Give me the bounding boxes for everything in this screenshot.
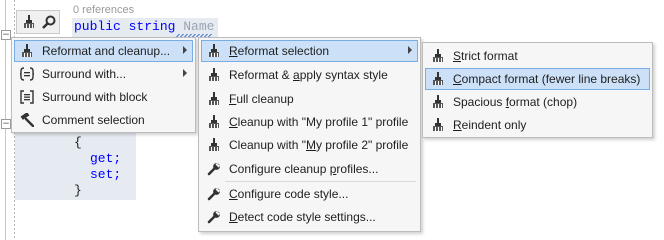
- main-menu-item-label: Surround with block: [42, 90, 148, 104]
- reformat-menu-item[interactable]: Reformat selection: [201, 40, 418, 62]
- menu-separator: [225, 181, 416, 182]
- main-menu-item-label: Surround with...: [42, 67, 127, 81]
- broom-icon: [433, 72, 443, 85]
- access-key: a: [293, 68, 300, 82]
- keyword-string: string: [128, 19, 176, 34]
- broom-icon: [433, 95, 443, 108]
- access-key: C: [229, 187, 238, 201]
- broom-icon: [209, 138, 219, 151]
- fold-marker-collapse[interactable]: −: [1, 30, 11, 40]
- access-key: C: [453, 72, 462, 86]
- property-name: Name: [183, 19, 215, 34]
- reformat-menu-item-label: Cleanup with "My profile 2" profile: [229, 138, 409, 152]
- main-menu-item[interactable]: Reformat and cleanup...: [14, 40, 193, 62]
- reformat-selection-menu-item[interactable]: Compact format (fewer line breaks): [425, 68, 650, 90]
- reformat-menu-item[interactable]: Full cleanup: [201, 88, 418, 110]
- wrench-icon: [207, 188, 220, 201]
- fold-marker-collapse[interactable]: −: [1, 119, 11, 129]
- broom-icon: [209, 92, 219, 105]
- access-key: R: [453, 118, 462, 132]
- reformat-selection-menu-item-label: Strict format: [453, 49, 518, 63]
- submenu-arrow-icon: [408, 46, 412, 54]
- reformat-menu-item-label: Configure cleanup profiles...: [229, 162, 379, 176]
- main-menu-item[interactable]: Surround with block: [14, 86, 193, 108]
- surround-icon: [20, 67, 34, 81]
- reformat-menu-item-label: Configure code style...: [229, 187, 349, 201]
- reformat-selection-menu-item[interactable]: Strict format: [425, 45, 650, 67]
- reformat-menu-item-label: Reformat selection: [229, 44, 330, 58]
- context-menu-main: Reformat and cleanup... Surround with... S…: [11, 37, 196, 133]
- broom-icon: [209, 68, 219, 81]
- code-getter: get;: [90, 151, 122, 166]
- access-key: M: [305, 138, 316, 152]
- keyword-public: public: [74, 19, 121, 34]
- reformat-selection-menu-item-label: Compact format (fewer line breaks): [453, 72, 641, 86]
- broom-icon: [209, 115, 219, 128]
- action-indicator-button[interactable]: [16, 10, 60, 34]
- reformat-selection-menu-item-label: Spacious format (chop): [453, 95, 578, 109]
- reformat-menu-item-label: Detect code style settings...: [229, 210, 376, 224]
- submenu-arrow-icon: [183, 69, 187, 77]
- submenu-reformat-selection: Strict format Compact format (fewer line …: [422, 42, 653, 138]
- broom-icon: [24, 15, 34, 28]
- reformat-menu-item[interactable]: Configure code style...: [201, 183, 418, 205]
- code-line-declaration[interactable]: public string Name: [74, 19, 214, 34]
- access-key: S: [453, 49, 462, 63]
- reformat-menu-item-label: Cleanup with "My profile 1" profile: [229, 115, 409, 129]
- reformat-menu-item-label: Full cleanup: [229, 92, 294, 106]
- reformat-menu-item[interactable]: Detect code style settings...: [201, 206, 418, 228]
- broom-icon: [433, 49, 443, 62]
- broom-icon: [209, 44, 219, 57]
- access-key: D: [229, 210, 238, 224]
- reformat-selection-menu-item[interactable]: Spacious format (chop): [425, 91, 650, 113]
- access-key: R: [229, 44, 238, 58]
- main-menu-item[interactable]: Surround with...: [14, 63, 193, 85]
- reformat-menu-item[interactable]: Cleanup with "My profile 2" profile: [201, 134, 418, 156]
- broom-icon: [22, 44, 32, 57]
- main-menu-item-label: Comment selection: [42, 113, 145, 127]
- code-lens-references[interactable]: 0 references: [73, 4, 134, 16]
- search-icon: [42, 15, 56, 29]
- surround-block-icon: [20, 90, 34, 104]
- submenu-reformat-cleanup: Reformat selection Reformat & apply synta…: [198, 37, 421, 232]
- reformat-selection-menu-item[interactable]: Reindent only: [425, 114, 650, 136]
- submenu-arrow-icon: [183, 46, 187, 54]
- main-menu-item-label: Reformat and cleanup...: [42, 44, 171, 58]
- main-menu-item[interactable]: Comment selection: [14, 109, 193, 131]
- code-close-brace: }: [74, 183, 82, 198]
- wrench-icon: [207, 211, 220, 224]
- reformat-menu-item[interactable]: Reformat & apply syntax style: [201, 64, 418, 86]
- wrench-icon: [207, 163, 220, 176]
- hammer-icon: [20, 113, 34, 127]
- reformat-menu-item[interactable]: Cleanup with "My profile 1" profile: [201, 111, 418, 133]
- code-setter: set;: [90, 167, 122, 182]
- reformat-selection-menu-item-label: Reindent only: [453, 118, 527, 132]
- broom-icon: [433, 118, 443, 131]
- access-key: C: [229, 115, 238, 129]
- reformat-menu-item[interactable]: Configure cleanup profiles...: [201, 158, 418, 180]
- reformat-menu-item-label: Reformat & apply syntax style: [229, 68, 388, 82]
- code-open-brace: {: [74, 135, 82, 150]
